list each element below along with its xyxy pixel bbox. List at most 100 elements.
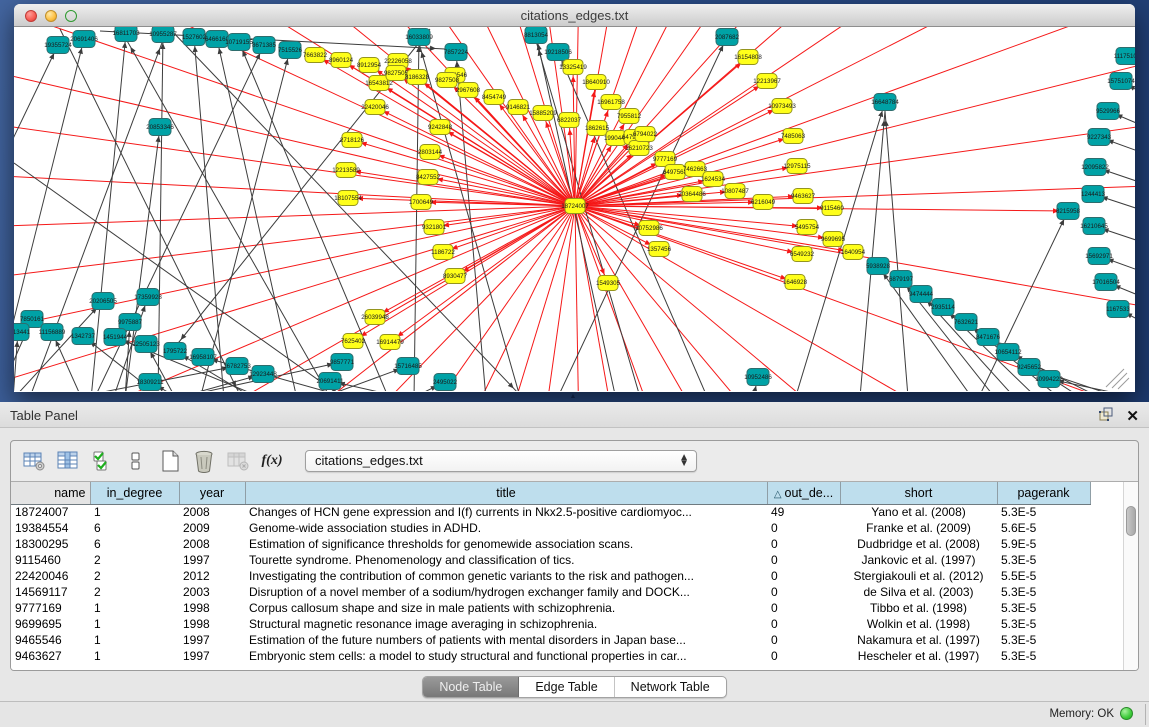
graph-node[interactable]: 9146821 (506, 100, 531, 115)
graph-node[interactable]: 10654112 (994, 344, 1022, 361)
table-cell[interactable]: Embryonic stem cells: a model to study s… (245, 648, 767, 664)
table-cell[interactable]: Franke et al. (2009) (840, 520, 997, 536)
graph-node[interactable]: 15885209 (529, 106, 557, 121)
graph-node[interactable]: 8912954 (357, 58, 382, 73)
graph-node[interactable]: 7857224 (444, 44, 469, 61)
table-cell[interactable]: Nakamura et al. (1997) (840, 632, 997, 648)
graph-node[interactable]: 6879197 (889, 271, 914, 288)
table-row[interactable]: 1872400712008Changes of HCN gene express… (11, 504, 1090, 520)
table-cell[interactable]: Wolkin et al. (1998) (840, 616, 997, 632)
graph-node[interactable]: 20691406 (70, 31, 98, 48)
table-cell[interactable]: 2009 (179, 520, 245, 536)
graph-node[interactable]: 1700649 (409, 195, 434, 210)
table-cell[interactable]: 18724007 (11, 504, 90, 520)
graph-node[interactable]: 12505123 (132, 336, 160, 353)
graph-node[interactable]: 12923448 (249, 366, 277, 383)
graph-node[interactable]: 15751074 (1107, 73, 1135, 90)
graph-node[interactable]: 9321801 (422, 220, 447, 235)
table-row[interactable]: 977716911998Corpus callosum shape and si… (11, 600, 1090, 616)
graph-node[interactable]: 9827508 (435, 73, 460, 88)
graph-node[interactable]: 12213967 (753, 74, 781, 89)
table-cell[interactable]: 9699695 (11, 616, 90, 632)
table-scrollbar[interactable] (1123, 482, 1138, 670)
tab-node-table[interactable]: Node Table (423, 677, 519, 697)
graph-node[interactable]: 9699695 (821, 232, 846, 247)
graph-node[interactable]: 9115460 (820, 201, 844, 216)
graph-node[interactable]: 10994222 (1035, 371, 1063, 388)
table-cell[interactable]: Yano et al. (2008) (840, 504, 997, 520)
table-cell[interactable]: Investigating the contribution of common… (245, 568, 767, 584)
table-row[interactable]: 1456911722003Disruption of a novel membe… (11, 584, 1090, 600)
table-cell[interactable]: 2 (90, 584, 179, 600)
table-cell[interactable]: Changes of HCN gene expression and I(f) … (245, 504, 767, 520)
graph-node[interactable]: 8427552 (416, 170, 441, 185)
graph-node[interactable]: 20364486 (678, 187, 706, 202)
table-cell[interactable]: 2008 (179, 536, 245, 552)
table-cell[interactable]: 1997 (179, 648, 245, 664)
network-canvas[interactable]: 1935572420691406168117031095528715276026… (14, 27, 1135, 391)
graph-node[interactable]: 12975115 (783, 159, 811, 174)
graph-node[interactable]: 1640954 (841, 245, 866, 260)
graph-node[interactable]: 8471676 (976, 329, 1001, 346)
graph-node[interactable]: 16210723 (625, 141, 653, 156)
graph-node[interactable]: 8186328 (405, 70, 430, 85)
table-row[interactable]: 969969511998Structural magnetic resonanc… (11, 616, 1090, 632)
table-row[interactable]: 946554611997Estimation of the future num… (11, 632, 1090, 648)
column-header-name[interactable]: name (11, 482, 90, 504)
graph-node[interactable]: 9975887 (118, 314, 143, 331)
graph-node[interactable]: 9227343 (1087, 129, 1112, 146)
graph-node[interactable]: 15692971 (1085, 248, 1113, 265)
graph-node[interactable]: 2935114 (931, 299, 955, 316)
graph-node[interactable]: 9474444 (909, 286, 934, 303)
table-cell[interactable]: Structural magnetic resonance image aver… (245, 616, 767, 632)
graph-node[interactable]: 22420046 (361, 100, 389, 115)
table-cell[interactable]: 0 (767, 520, 840, 536)
graph-node[interactable]: 9857771 (330, 354, 355, 371)
graph-node[interactable]: 8930477 (443, 269, 468, 284)
window-titlebar[interactable]: citations_edges.txt (14, 4, 1135, 27)
graph-node[interactable]: 10973493 (768, 99, 796, 114)
graph-node[interactable]: 1186722 (431, 245, 455, 260)
table-cell[interactable]: 9777169 (11, 600, 90, 616)
table-cell[interactable]: 49 (767, 504, 840, 520)
graph-node[interactable]: 10807487 (721, 184, 749, 199)
table-cell[interactable]: Estimation of the future numbers of pati… (245, 632, 767, 648)
table-cell[interactable]: 0 (767, 616, 840, 632)
table-cell[interactable]: 14569117 (11, 584, 90, 600)
graph-node[interactable]: 9463627 (791, 189, 816, 204)
graph-node[interactable]: 11156889 (39, 324, 66, 341)
graph-node[interactable]: 2967608 (456, 83, 481, 98)
table-cell[interactable]: 1997 (179, 552, 245, 568)
graph-node[interactable]: 9242848 (428, 120, 453, 135)
column-header-short[interactable]: short (840, 482, 997, 504)
table-cell[interactable]: 5.3E-5 (997, 632, 1090, 648)
table-cell[interactable]: 6 (90, 536, 179, 552)
table-row[interactable]: 911546021997Tourette syndrome. Phenomeno… (11, 552, 1090, 568)
graph-node[interactable]: 3913441 (14, 324, 31, 341)
graph-node[interactable]: 2495022 (433, 374, 458, 391)
table-cell[interactable]: 0 (767, 552, 840, 568)
graph-node[interactable]: 20853346 (146, 119, 174, 136)
column-header-year[interactable]: year (179, 482, 245, 504)
table-cell[interactable]: Tibbo et al. (1998) (840, 600, 997, 616)
table-cell[interactable]: 5.9E-5 (997, 536, 1090, 552)
column-header-title[interactable]: title (245, 482, 767, 504)
graph-node[interactable]: 7485063 (781, 129, 806, 144)
table-cell[interactable]: Genome-wide association studies in ADHD. (245, 520, 767, 536)
graph-node[interactable]: 8215958 (1056, 203, 1081, 220)
table-cell[interactable]: 5.6E-5 (997, 520, 1090, 536)
graph-node[interactable]: 8671385 (252, 37, 277, 54)
table-cell[interactable]: 5.3E-5 (997, 648, 1090, 664)
table-cell[interactable]: 1 (90, 616, 179, 632)
graph-node[interactable]: 20206505 (89, 293, 117, 310)
graph-hub-node[interactable]: 18724007 (561, 199, 589, 214)
graph-node[interactable]: 1342737 (71, 328, 96, 345)
graph-node[interactable]: 2718126 (340, 133, 365, 148)
table-cell[interactable]: Stergiakouli et al. (2012) (840, 568, 997, 584)
table-cell[interactable]: 1 (90, 504, 179, 520)
table-cell[interactable]: 0 (767, 600, 840, 616)
table-cell[interactable]: 1 (90, 648, 179, 664)
table-cell[interactable]: 1 (90, 600, 179, 616)
graph-node[interactable]: 9529966 (1096, 103, 1121, 120)
table-row[interactable]: 1938455462009Genome-wide association stu… (11, 520, 1090, 536)
